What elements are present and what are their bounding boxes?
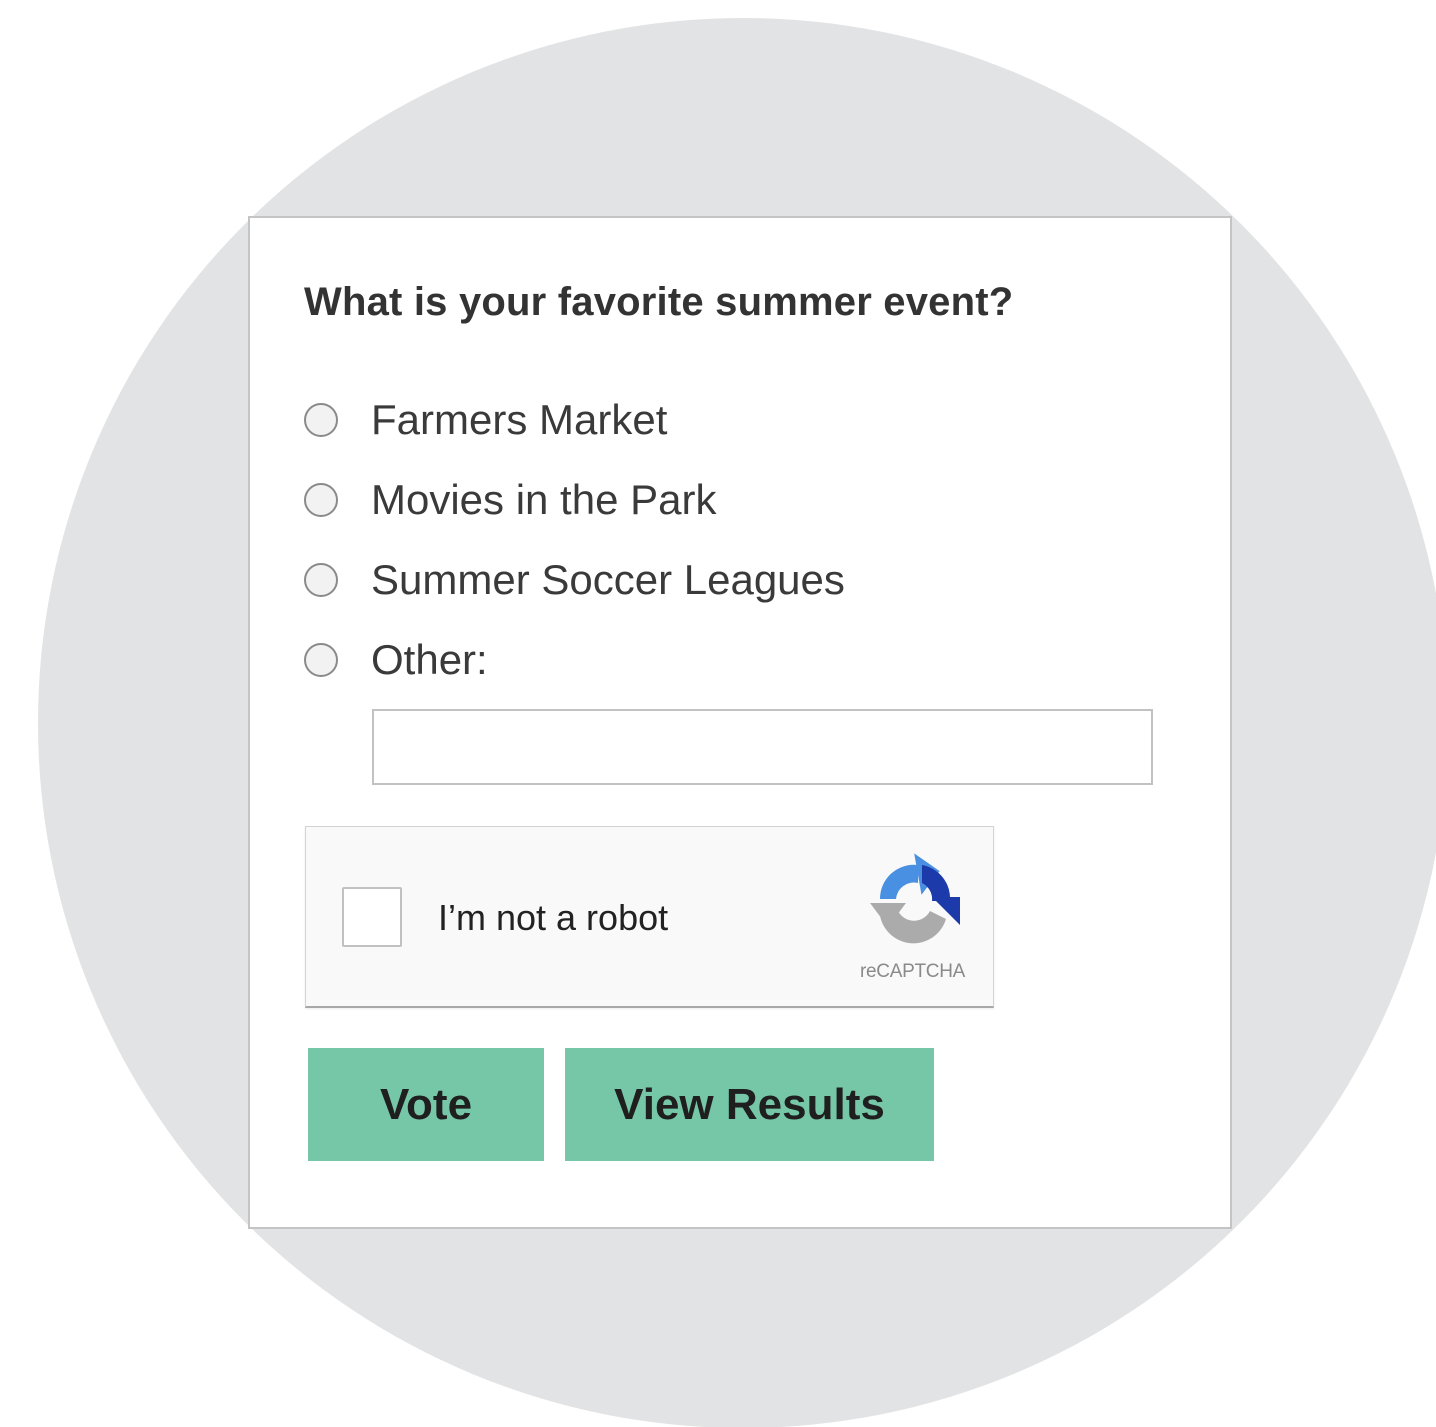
option-other[interactable]: Other: (304, 630, 488, 690)
radio-button[interactable] (304, 643, 338, 677)
option-movies-in-the-park[interactable]: Movies in the Park (304, 470, 716, 530)
option-summer-soccer-leagues[interactable]: Summer Soccer Leagues (304, 550, 845, 610)
radio-button[interactable] (304, 483, 338, 517)
option-label: Summer Soccer Leagues (371, 556, 845, 603)
recaptcha-logo-icon (870, 853, 960, 944)
other-text-input[interactable] (372, 709, 1153, 785)
option-label: Farmers Market (371, 396, 668, 443)
poll-question: What is your favorite summer event? (304, 280, 1014, 324)
recaptcha-checkbox[interactable] (342, 887, 402, 947)
view-results-button[interactable]: View Results (565, 1048, 934, 1161)
poll-card: What is your favorite summer event? Farm… (248, 216, 1232, 1229)
radio-button[interactable] (304, 403, 338, 437)
recaptcha-widget: I’m not a robot reCAPTCHA (305, 826, 994, 1008)
recaptcha-brand: reCAPTCHA (860, 961, 965, 982)
radio-button[interactable] (304, 563, 338, 597)
page: What is your favorite summer event? Farm… (0, 0, 1436, 1427)
option-label: Other: (371, 636, 488, 683)
recaptcha-label: I’m not a robot (438, 897, 669, 938)
vote-button[interactable]: Vote (308, 1048, 544, 1161)
option-label: Movies in the Park (371, 476, 717, 523)
option-farmers-market[interactable]: Farmers Market (304, 390, 667, 450)
